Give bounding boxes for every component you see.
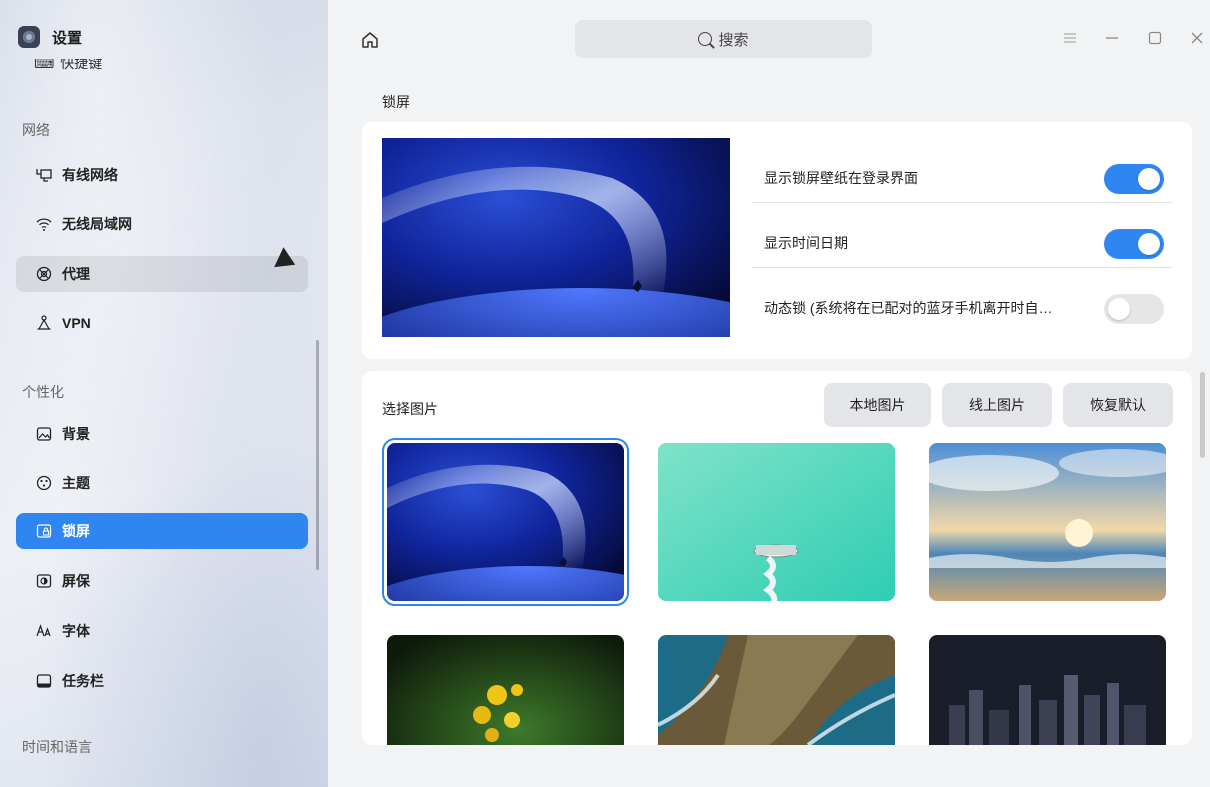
keyboard-icon: ⌨: [34, 59, 55, 71]
lockscreen-icon: [36, 523, 52, 539]
sidebar-item-label: 字体: [62, 623, 90, 639]
screensaver-icon: [36, 573, 52, 589]
wallpaper-thumb-yellow-flowers[interactable]: [387, 635, 624, 745]
wallpaper-thumb-city-night[interactable]: [929, 635, 1166, 745]
minimize-button[interactable]: [1102, 28, 1122, 48]
sidebar: 设置 ⌨ 快捷键 网络 有线网络 无线局域网 代理 VPN 个性化 背景 主题 …: [0, 0, 328, 787]
page-title: 锁屏: [382, 94, 410, 110]
setting-row-show-datetime: 显示时间日期: [752, 218, 1172, 268]
menu-button[interactable]: [1060, 28, 1080, 48]
toggle-knob: [1138, 168, 1160, 190]
proxy-icon: [36, 266, 52, 282]
restore-default-button[interactable]: 恢复默认: [1063, 383, 1173, 427]
toggle-knob: [1108, 298, 1130, 320]
sidebar-item-screensaver[interactable]: 屏保: [16, 563, 308, 599]
sidebar-item-font[interactable]: 字体: [16, 613, 308, 649]
section-label-personalization: 个性化: [22, 384, 64, 400]
home-button[interactable]: [360, 30, 380, 50]
sidebar-item-wifi[interactable]: 无线局域网: [16, 206, 308, 242]
section-label-network: 网络: [22, 122, 50, 138]
section-label-time-language: 时间和语言: [22, 739, 92, 755]
wallpaper-thumb-sunset-beach[interactable]: [929, 443, 1166, 601]
toggle-show-datetime[interactable]: [1104, 229, 1164, 259]
content-scrollbar[interactable]: [1200, 372, 1205, 458]
toggle-dynamic-lock[interactable]: [1104, 294, 1164, 324]
sidebar-item-lockscreen[interactable]: 锁屏: [16, 513, 308, 549]
setting-label: 动态锁 (系统将在已配对的蓝牙手机离开时自…: [764, 300, 1053, 316]
lockscreen-settings-card: 显示锁屏壁纸在登录界面 显示时间日期 动态锁 (系统将在已配对的蓝牙手机离开时自…: [362, 122, 1192, 359]
toggle-show-wallpaper-login[interactable]: [1104, 164, 1164, 194]
sidebar-item-label: VPN: [62, 315, 91, 331]
background-icon: [36, 426, 52, 442]
home-icon: [362, 32, 378, 48]
sidebar-item-label: 任务栏: [62, 673, 104, 689]
wallpaper-thumb-teal-tower[interactable]: [658, 443, 895, 601]
close-button[interactable]: [1187, 28, 1207, 48]
setting-row-show-wallpaper-login: 显示锁屏壁纸在登录界面: [752, 153, 1172, 203]
app-title: 设置: [52, 29, 83, 47]
menu-icon: [1064, 33, 1076, 43]
sidebar-item-label: 锁屏: [62, 523, 90, 539]
setting-label: 显示时间日期: [764, 234, 848, 251]
wifi-icon: [36, 216, 52, 232]
online-picture-button[interactable]: 线上图片: [942, 383, 1052, 427]
sidebar-item-label: 主题: [62, 475, 90, 491]
maximize-icon: [1148, 31, 1162, 45]
local-picture-button[interactable]: 本地图片: [824, 383, 931, 427]
close-icon: [1191, 32, 1203, 44]
sidebar-item-label: 无线局域网: [62, 216, 132, 232]
maximize-button[interactable]: [1145, 28, 1165, 48]
sidebar-item-label: 背景: [62, 426, 90, 442]
theme-icon: [36, 475, 52, 491]
settings-app-icon: [18, 26, 40, 48]
wallpaper-thumb-milky-way[interactable]: [382, 438, 629, 606]
search-input[interactable]: 搜索: [575, 20, 872, 58]
wallpaper-thumb-aerial-coast[interactable]: [658, 635, 895, 745]
setting-label: 显示锁屏壁纸在登录界面: [764, 169, 918, 186]
sidebar-item-label: 快捷键: [60, 59, 103, 71]
sidebar-item-background[interactable]: 背景: [16, 416, 308, 452]
sidebar-item-taskbar[interactable]: 任务栏: [16, 663, 308, 699]
picker-label: 选择图片: [382, 401, 438, 417]
app-header: 设置: [18, 26, 82, 48]
search-placeholder: 搜索: [718, 31, 749, 49]
sidebar-scrollbar[interactable]: [316, 340, 319, 570]
setting-row-dynamic-lock: 动态锁 (系统将在已配对的蓝牙手机离开时自…: [752, 283, 1172, 333]
font-icon: [36, 623, 52, 639]
toggle-knob: [1138, 233, 1160, 255]
taskbar-icon: [36, 673, 52, 689]
lockscreen-preview-image: [382, 138, 730, 337]
picture-picker-card: 选择图片 本地图片 线上图片 恢复默认: [362, 371, 1192, 745]
minimize-icon: [1106, 37, 1118, 39]
vpn-icon: [36, 315, 52, 331]
sidebar-item-theme[interactable]: 主题: [16, 465, 308, 501]
sidebar-item-label: 有线网络: [62, 167, 118, 183]
sidebar-item-label: 屏保: [62, 573, 90, 589]
sidebar-item-wired-network[interactable]: 有线网络: [16, 157, 308, 193]
wired-network-icon: [36, 167, 52, 183]
sidebar-item-shortcuts[interactable]: ⌨ 快捷键: [34, 59, 102, 73]
sidebar-item-vpn[interactable]: VPN: [16, 305, 308, 341]
sidebar-item-proxy[interactable]: 代理: [16, 256, 308, 292]
sidebar-item-label: 代理: [62, 266, 90, 282]
search-icon: [698, 32, 713, 46]
